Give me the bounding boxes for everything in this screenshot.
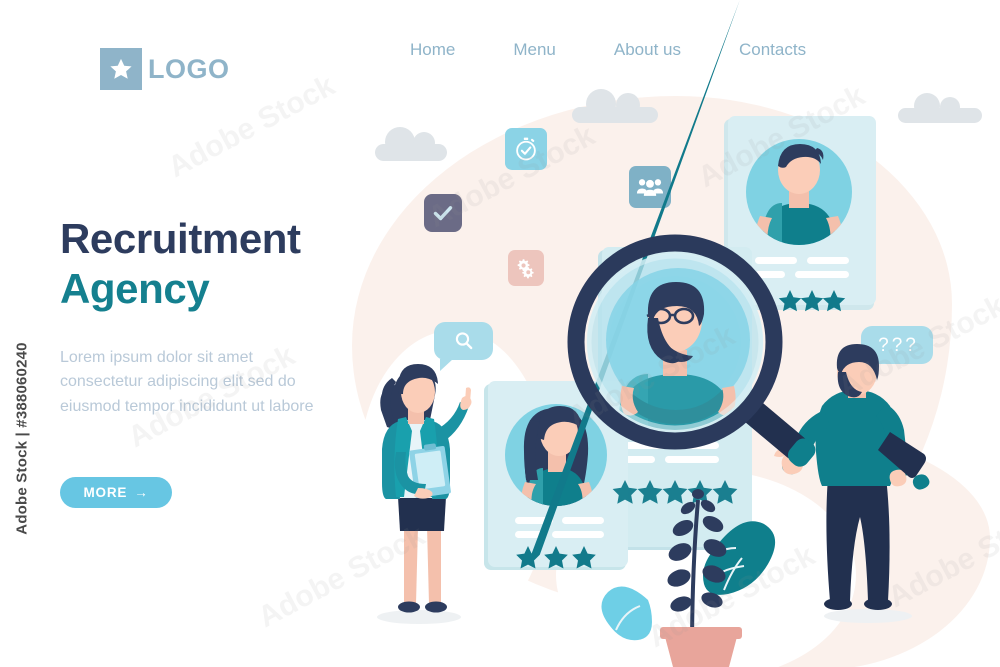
recruiter-woman	[377, 364, 472, 624]
landing-page: LOGO Home Menu About us Contacts Recruit…	[0, 0, 1000, 667]
candidate-man	[774, 344, 930, 623]
illustration-scene	[377, 0, 930, 667]
stock-watermark-left: Adobe Stock | #388060240	[13, 342, 31, 535]
